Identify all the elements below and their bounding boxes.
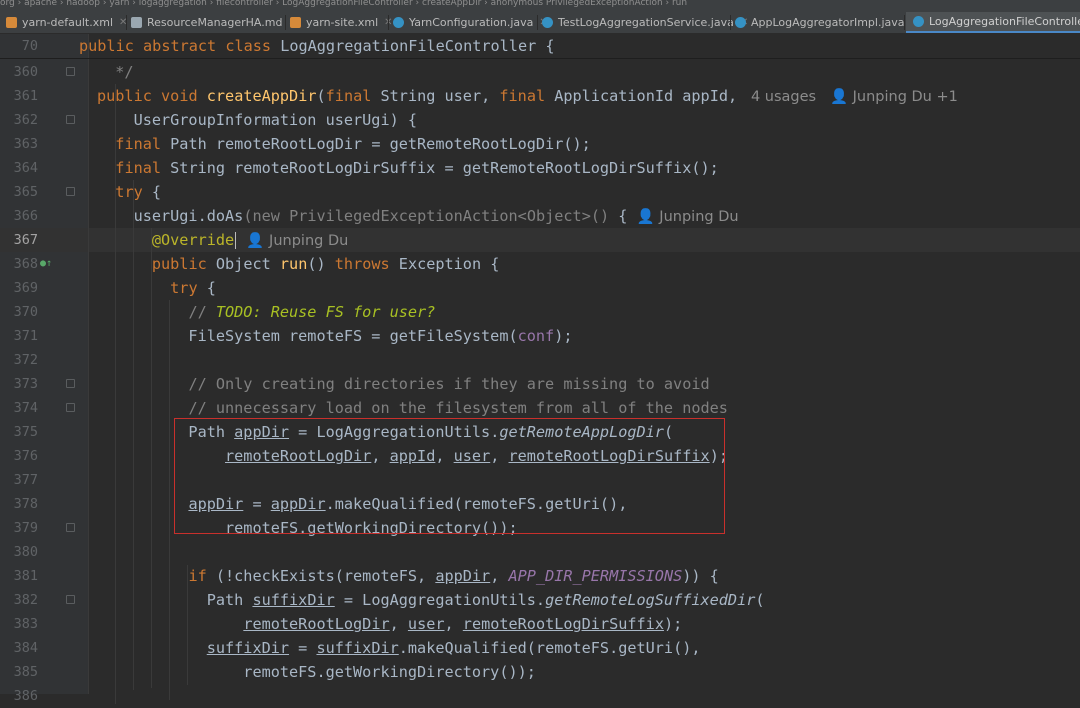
line-number: 377 bbox=[13, 472, 38, 488]
line-number: 382 bbox=[13, 592, 38, 608]
author-hint[interactable]: 👤 Junping Du bbox=[237, 233, 348, 249]
line-number: 375 bbox=[13, 424, 38, 440]
code-line[interactable]: @Override 👤 Junping Du bbox=[97, 228, 348, 253]
tab-testlogaggregationservice-java[interactable]: TestLogAggregationService.java ✕ bbox=[542, 12, 748, 33]
fold-toggle-icon[interactable] bbox=[66, 523, 75, 532]
tab-apploggregatorimpl-java[interactable]: AppLogAggregatorImpl.java ✕ bbox=[735, 12, 919, 33]
code-line[interactable]: final String remoteRootLogDirSuffix = ge… bbox=[97, 156, 718, 180]
breadcrumb-text[interactable]: org › apache › hadoop › yarn › logaggreg… bbox=[0, 0, 687, 8]
markdown-file-icon bbox=[131, 17, 142, 28]
line-number: 361 bbox=[13, 88, 38, 104]
fold-toggle-icon[interactable] bbox=[66, 115, 75, 124]
code-line[interactable]: public void createAppDir(final String us… bbox=[97, 84, 958, 109]
override-method-icon[interactable]: ●↑ bbox=[40, 252, 52, 276]
line-number: 376 bbox=[13, 448, 38, 464]
code-line[interactable]: remoteRootLogDir, user, remoteRootLogDir… bbox=[97, 612, 682, 636]
highlight-box bbox=[174, 418, 725, 534]
line-number: 374 bbox=[13, 400, 38, 416]
line-number: 380 bbox=[13, 544, 38, 560]
code-line[interactable]: // Only creating directories if they are… bbox=[97, 372, 709, 396]
line-number: 364 bbox=[13, 160, 38, 176]
code-line[interactable]: Path suffixDir = LogAggregationUtils.get… bbox=[97, 588, 765, 612]
tab-label: ResourceManagerHA.md bbox=[147, 16, 283, 29]
code-line[interactable]: final Path remoteRootLogDir = getRemoteR… bbox=[97, 132, 590, 156]
line-number: 379 bbox=[13, 520, 38, 536]
line-number: 378 bbox=[13, 496, 38, 512]
line-number: 372 bbox=[13, 352, 38, 368]
java-class-icon bbox=[542, 17, 553, 28]
fold-toggle-icon[interactable] bbox=[66, 187, 75, 196]
author-hint[interactable]: 👤 Junping Du bbox=[627, 209, 739, 225]
line-number: 371 bbox=[13, 328, 38, 344]
line-number: 383 bbox=[13, 616, 38, 632]
code-line[interactable]: */ bbox=[97, 60, 133, 84]
line-number: 366 bbox=[13, 208, 38, 224]
code-line[interactable]: // unnecessary load on the filesystem fr… bbox=[97, 396, 727, 420]
tab-label: LogAggregationFileController.ja bbox=[929, 15, 1080, 28]
code-line[interactable]: // TODO: Reuse FS for user? bbox=[97, 300, 435, 324]
author-hint[interactable]: 👤 Junping Du +1 bbox=[816, 89, 958, 105]
editor-tab-bar: yarn-default.xml ✕ ResourceManagerHA.md … bbox=[0, 12, 1080, 34]
line-number: 370 bbox=[13, 304, 38, 320]
line-number: 381 bbox=[13, 568, 38, 584]
java-class-icon bbox=[735, 17, 746, 28]
fold-toggle-icon[interactable] bbox=[66, 403, 75, 412]
code-line[interactable]: UserGroupInformation userUgi) { bbox=[97, 108, 417, 132]
usages-hint[interactable]: 4 usages bbox=[737, 89, 816, 105]
java-class-icon bbox=[913, 16, 924, 27]
line-number: 373 bbox=[13, 376, 38, 392]
tab-label: yarn-site.xml bbox=[306, 16, 379, 29]
fold-toggle-icon[interactable] bbox=[66, 379, 75, 388]
line-number: 384 bbox=[13, 640, 38, 656]
code-line[interactable]: FileSystem remoteFS = getFileSystem(conf… bbox=[97, 324, 572, 348]
tab-label: AppLogAggregatorImpl.java bbox=[751, 16, 905, 29]
code-line[interactable]: public Object run() throws Exception { bbox=[97, 252, 500, 276]
code-line[interactable]: suffixDir = suffixDir.makeQualified(remo… bbox=[97, 636, 701, 660]
line-number: 367 bbox=[13, 232, 38, 248]
line-number: 386 bbox=[13, 688, 38, 704]
code-line[interactable]: userUgi.doAs(new PrivilegedExceptionActi… bbox=[97, 204, 739, 229]
xml-file-icon bbox=[6, 17, 17, 28]
line-number: 363 bbox=[13, 136, 38, 152]
code-line[interactable]: if (!checkExists(remoteFS, appDir, APP_D… bbox=[97, 564, 718, 588]
code-line[interactable]: remoteFS.getWorkingDirectory()); bbox=[97, 660, 536, 684]
tab-label: yarn-default.xml bbox=[22, 16, 114, 29]
code-line[interactable]: try { bbox=[97, 276, 216, 300]
tab-label: YarnConfiguration.java bbox=[409, 16, 534, 29]
sticky-line-number: 70 bbox=[21, 38, 38, 54]
line-number: 369 bbox=[13, 280, 38, 296]
sticky-class-header[interactable]: public abstract class LogAggregationFile… bbox=[79, 34, 555, 58]
breadcrumb: org › apache › hadoop › yarn › logaggreg… bbox=[0, 0, 1080, 12]
xml-file-icon bbox=[290, 17, 301, 28]
line-number: 360 bbox=[13, 64, 38, 80]
tab-logaggregationfilecontroller-java[interactable]: LogAggregationFileController.ja bbox=[906, 12, 1080, 33]
line-number: 362 bbox=[13, 112, 38, 128]
tab-resourcemanagerha-md[interactable]: ResourceManagerHA.md ✕ bbox=[131, 12, 297, 33]
tab-label: TestLogAggregationService.java bbox=[558, 16, 734, 29]
code-line[interactable]: try { bbox=[97, 180, 161, 204]
line-number: 365 bbox=[13, 184, 38, 200]
java-class-icon bbox=[393, 17, 404, 28]
tab-yarn-default-xml[interactable]: yarn-default.xml ✕ bbox=[6, 12, 127, 33]
tab-yarnconfiguration-java[interactable]: YarnConfiguration.java ✕ bbox=[393, 12, 548, 33]
tab-yarn-site-xml[interactable]: yarn-site.xml ✕ bbox=[290, 12, 393, 33]
line-number: 385 bbox=[13, 664, 38, 680]
fold-toggle-icon[interactable] bbox=[66, 595, 75, 604]
line-number: 368 bbox=[13, 256, 38, 272]
fold-toggle-icon[interactable] bbox=[66, 67, 75, 76]
